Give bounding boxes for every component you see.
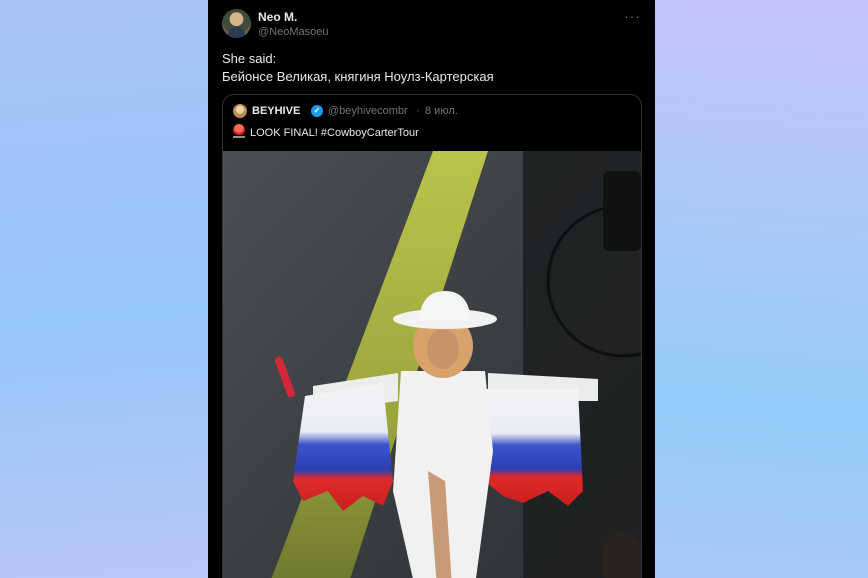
quoted-tweet-text: LOOK FINAL! #CowboyCarterTour xyxy=(250,127,419,139)
quoted-author-name[interactable]: BEYHIVE xyxy=(252,105,300,117)
more-horizontal-icon[interactable]: ··· xyxy=(624,9,641,23)
tweet-card[interactable]: Neo M. @NeoMasoeu ··· She said: Бейонсе … xyxy=(208,0,655,578)
background-right xyxy=(654,0,868,578)
author-avatar[interactable] xyxy=(222,9,251,38)
verified-badge-icon: ✓ xyxy=(311,105,323,117)
tweet-text-line-1: She said: xyxy=(222,51,277,66)
right-fringe-sleeve xyxy=(485,389,583,506)
quoted-tweet-date[interactable]: 8 июл. xyxy=(425,105,458,117)
tweet-header: Neo M. @NeoMasoeu ··· xyxy=(222,9,643,41)
quoted-author-handle[interactable]: @beyhivecombr xyxy=(328,105,408,117)
separator-dot: · xyxy=(416,105,420,117)
author-name[interactable]: Neo M. xyxy=(258,10,297,24)
tweet-text-line-2: Бейонсе Великая, княгиня Ноулз-Картерска… xyxy=(222,69,494,84)
tweet-text: She said: Бейонсе Великая, княгиня Ноулз… xyxy=(222,50,494,86)
background-left xyxy=(0,0,210,578)
left-fringe-sleeve xyxy=(293,383,393,511)
quoted-tweet[interactable]: BEYHIVE ✓ @beyhivecombr · 8 июл. LOOK FI… xyxy=(222,94,642,578)
author-handle[interactable]: @NeoMasoeu xyxy=(258,26,328,38)
quoted-tweet-text-row: LOOK FINAL! #CowboyCarterTour xyxy=(233,124,419,139)
quoted-tweet-photo[interactable] xyxy=(223,151,641,578)
police-siren-icon xyxy=(233,124,245,138)
quoted-author-avatar[interactable] xyxy=(233,104,247,118)
quoted-tweet-header: BEYHIVE ✓ @beyhivecombr · 8 июл. xyxy=(233,104,631,120)
